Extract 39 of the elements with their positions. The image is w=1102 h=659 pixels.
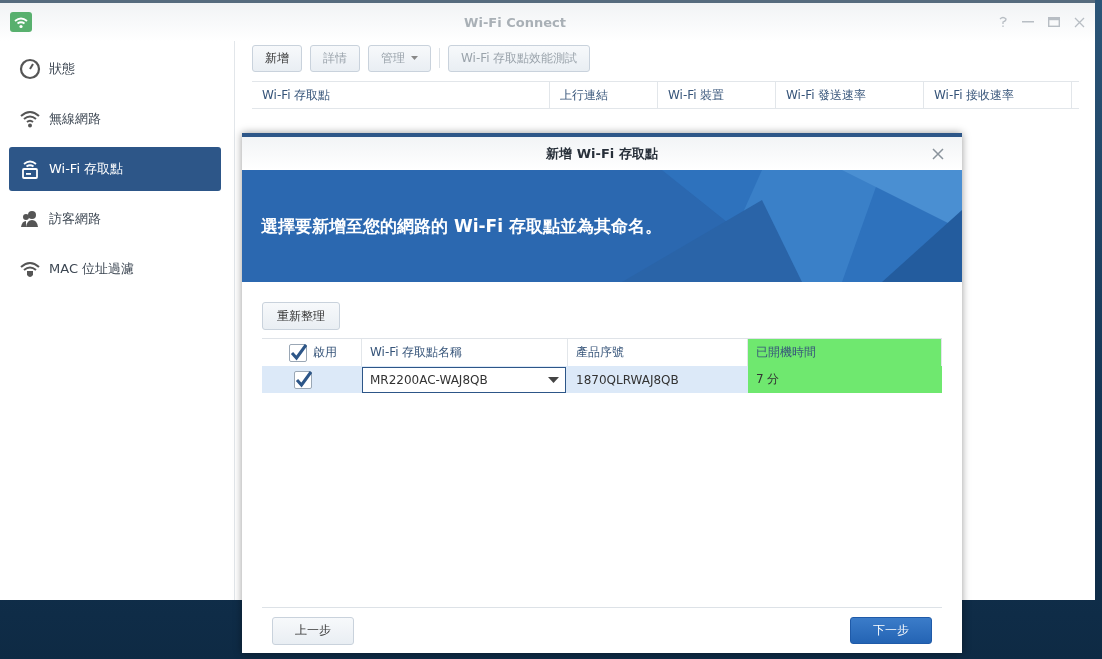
people-icon [19,208,41,230]
wifi-icon [19,108,41,130]
banner-heading: 選擇要新增至您的網路的 Wi-Fi 存取點並為其命名。 [261,214,662,238]
caret-icon [411,56,418,60]
column-label: Wi-Fi 存取點名稱 [370,344,463,361]
close-icon[interactable] [932,147,944,160]
gauge-icon [19,58,41,80]
column-header[interactable]: Wi-Fi 裝置 [658,82,776,108]
sidebar-item[interactable]: 訪客網路 [9,197,221,241]
caret-icon [548,376,559,383]
column-header[interactable]: Wi-Fi 接收速率 [924,82,1072,108]
sidebar-item[interactable]: 狀態 [9,47,221,91]
close-icon[interactable] [1074,16,1085,28]
maximize-icon[interactable] [1048,17,1060,27]
router-icon [19,158,41,180]
column-label: 產品序號 [576,344,624,361]
wifi-app-icon [10,12,32,32]
next-button[interactable]: 下一步 [850,617,932,644]
back-button[interactable]: 上一步 [272,616,354,645]
dialog-title: 新增 Wi-Fi 存取點 [546,144,658,163]
sidebar-item[interactable]: 無線網路 [9,97,221,141]
minimize-icon[interactable] [1022,21,1034,23]
column-label: 啟用 [313,344,337,361]
checkbox[interactable] [294,370,312,389]
column-header[interactable]: 已開機時間 [748,339,942,366]
column-label: 已開機時間 [756,344,816,361]
column-header[interactable]: Wi-Fi 存取點 [252,82,550,108]
refresh-button[interactable]: 重新整理 [262,302,340,330]
name-dropdown[interactable]: MR2200AC-WAJ8QB [362,366,566,393]
table-cell: 1870QLRWAJ8QB [568,366,748,393]
help-icon[interactable] [998,16,1008,28]
sidebar-item[interactable]: MAC 位址過濾 [9,247,221,291]
window-title: Wi-Fi Connect [463,14,567,30]
column-header[interactable]: Wi-Fi 發送速率 [776,82,924,108]
column-header[interactable]: 上行連結 [550,82,658,108]
table-cell: 7 分 [748,366,942,393]
sidebar-item[interactable]: Wi-Fi 存取點 [9,147,221,191]
toolbar-button[interactable]: 新增 [252,44,302,72]
checkbox[interactable] [289,343,307,362]
